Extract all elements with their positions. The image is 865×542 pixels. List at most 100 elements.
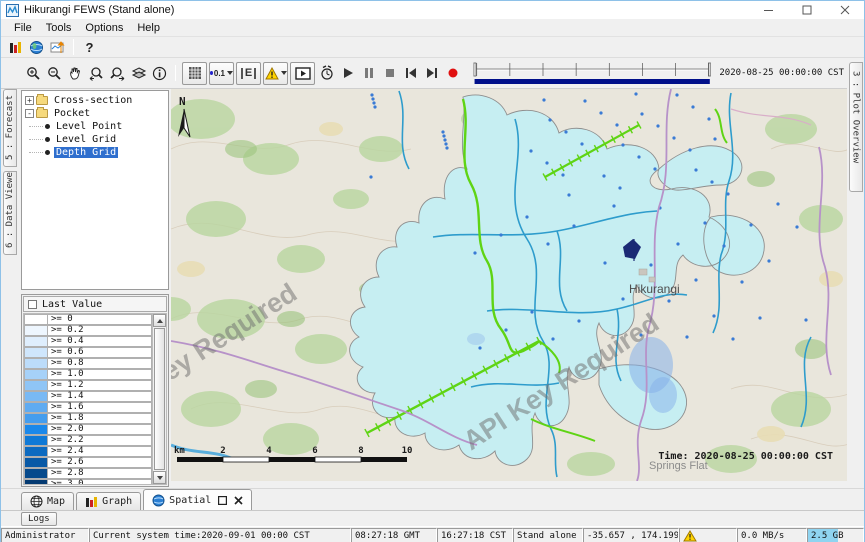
menu-file[interactable]: File: [7, 21, 39, 35]
play-button[interactable]: [337, 63, 358, 84]
right-tab-strip: 3 : Plot Overview: [847, 58, 864, 486]
map-canvas[interactable]: API Key Required API Key Required Hikura…: [171, 89, 849, 481]
globe-icon: [29, 40, 44, 55]
close-button[interactable]: [826, 1, 864, 19]
legend-value-label: >= 0.2: [48, 325, 152, 336]
legend-list: >= 0>= 0.2>= 0.4>= 0.6>= 0.8>= 1.0>= 1.2…: [23, 313, 167, 485]
tab-map[interactable]: Map: [21, 492, 74, 510]
scale-tick-label: 6: [312, 446, 317, 456]
tree-item-cross-section[interactable]: +Cross-section: [25, 94, 168, 107]
zoom-out-button[interactable]: [44, 63, 65, 84]
step-to-end-button[interactable]: [421, 63, 442, 84]
legend-row[interactable]: >= 1.6: [24, 402, 152, 413]
legend-row[interactable]: >= 0: [24, 314, 152, 325]
scroll-down-button[interactable]: [153, 471, 166, 484]
expand-icon[interactable]: +: [25, 96, 34, 105]
layers-button[interactable]: [128, 63, 149, 84]
folder-icon: [36, 96, 48, 105]
tab-spatial[interactable]: Spatial: [143, 489, 252, 510]
scroll-thumb[interactable]: [154, 328, 165, 470]
stop-button[interactable]: [379, 63, 400, 84]
movie-export-button[interactable]: [290, 62, 315, 85]
help-button[interactable]: ?: [79, 37, 100, 58]
legend-row[interactable]: >= 0.4: [24, 336, 152, 347]
elevation-button[interactable]: E: [236, 62, 261, 85]
warning-icon: [265, 67, 279, 80]
legend-row[interactable]: >= 2.2: [24, 435, 152, 446]
legend-value-label: >= 0: [48, 314, 152, 325]
legend-row[interactable]: >= 2.0: [24, 424, 152, 435]
close-tab-icon[interactable]: [234, 496, 243, 505]
node-bullet-icon: [45, 137, 50, 142]
status-cell-0: Administrator: [1, 528, 89, 542]
tab-plot-overview[interactable]: 3 : Plot Overview: [849, 62, 863, 192]
animation-settings-button[interactable]: [316, 63, 337, 84]
tree-guide-line: [29, 126, 43, 127]
interval-dropdown-button[interactable]: 0.1: [209, 62, 234, 85]
legend-color-swatch: [24, 457, 48, 468]
legend-value-label: >= 1.0: [48, 369, 152, 380]
legend-row[interactable]: >= 2.4: [24, 446, 152, 457]
zoom-in-button[interactable]: [23, 63, 44, 84]
legend-value-label: >= 1.6: [48, 402, 152, 413]
legend-value-label: >= 2.0: [48, 424, 152, 435]
pause-button[interactable]: [358, 63, 379, 84]
legend-row[interactable]: >= 2.6: [24, 457, 152, 468]
legend-row[interactable]: >= 0.6: [24, 347, 152, 358]
tree-item-level-point[interactable]: Level Point: [25, 120, 168, 133]
spatial-display-button[interactable]: [26, 37, 47, 58]
bar-chart-icon: [8, 40, 23, 55]
legend-row[interactable]: >= 0.2: [24, 325, 152, 336]
timeseries-button[interactable]: [47, 37, 68, 58]
tab-graph-label: Graph: [102, 496, 132, 507]
zoom-next-button[interactable]: [107, 63, 128, 84]
map-container: API Key Required API Key Required Hikura…: [171, 89, 849, 488]
legend-value-label: >= 1.8: [48, 413, 152, 424]
menu-tools[interactable]: Tools: [39, 21, 79, 35]
zoom-previous-button[interactable]: [86, 63, 107, 84]
legend-row[interactable]: >= 1.0: [24, 369, 152, 380]
tree-item-depth-grid[interactable]: Depth Grid: [25, 146, 168, 159]
explorer-button[interactable]: [5, 37, 26, 58]
legend-color-swatch: [24, 358, 48, 369]
window-title: Hikurangi FEWS (Stand alone): [24, 4, 174, 16]
grid-toggle-button[interactable]: [182, 62, 207, 85]
maximize-button[interactable]: [788, 1, 826, 19]
tree-item-level-grid[interactable]: Level Grid: [25, 133, 168, 146]
record-icon: [447, 67, 459, 79]
warning-dropdown-button[interactable]: [263, 62, 288, 85]
legend-row[interactable]: >= 1.2: [24, 380, 152, 391]
step-to-start-button[interactable]: [400, 63, 421, 84]
tab-data-viewer[interactable]: 6 : Data Viewer: [3, 171, 17, 255]
menu-help[interactable]: Help: [130, 21, 167, 35]
record-button[interactable]: [442, 63, 463, 84]
collapse-icon[interactable]: -: [25, 109, 34, 118]
time-slider[interactable]: [471, 60, 713, 86]
toolbar-separator: [175, 65, 176, 81]
status-warning-cell[interactable]: [679, 528, 737, 542]
last-value-checkbox[interactable]: [28, 300, 37, 309]
info-icon: [152, 66, 167, 81]
tree-item-pocket[interactable]: -Pocket: [25, 107, 168, 120]
logs-button[interactable]: Logs: [21, 512, 57, 526]
menu-options[interactable]: Options: [78, 21, 130, 35]
scroll-up-button[interactable]: [153, 314, 166, 327]
menu-bar: FileToolsOptionsHelp: [1, 19, 864, 37]
tab-forecast[interactable]: 5 : Forecast: [3, 89, 17, 167]
title-bar[interactable]: Hikurangi FEWS (Stand alone): [1, 1, 864, 19]
legend-scrollbar[interactable]: [152, 314, 166, 484]
pan-button[interactable]: [65, 63, 86, 84]
legend-color-swatch: [24, 369, 48, 380]
legend-row[interactable]: >= 0.8: [24, 358, 152, 369]
info-button[interactable]: [149, 63, 170, 84]
legend-row[interactable]: >= 1.4: [24, 391, 152, 402]
legend-row[interactable]: >= 2.8: [24, 468, 152, 479]
legend-row[interactable]: >= 3.0: [24, 479, 152, 485]
elevation-icon: E: [241, 68, 256, 79]
legend-row[interactable]: >= 1.8: [24, 413, 152, 424]
tab-graph[interactable]: Graph: [76, 492, 141, 510]
minimize-button[interactable]: [750, 1, 788, 19]
bar-chart-icon: [85, 495, 98, 508]
maximize-tab-icon[interactable]: [218, 496, 227, 505]
status-cell-2: 08:27:18 GMT: [351, 528, 437, 542]
